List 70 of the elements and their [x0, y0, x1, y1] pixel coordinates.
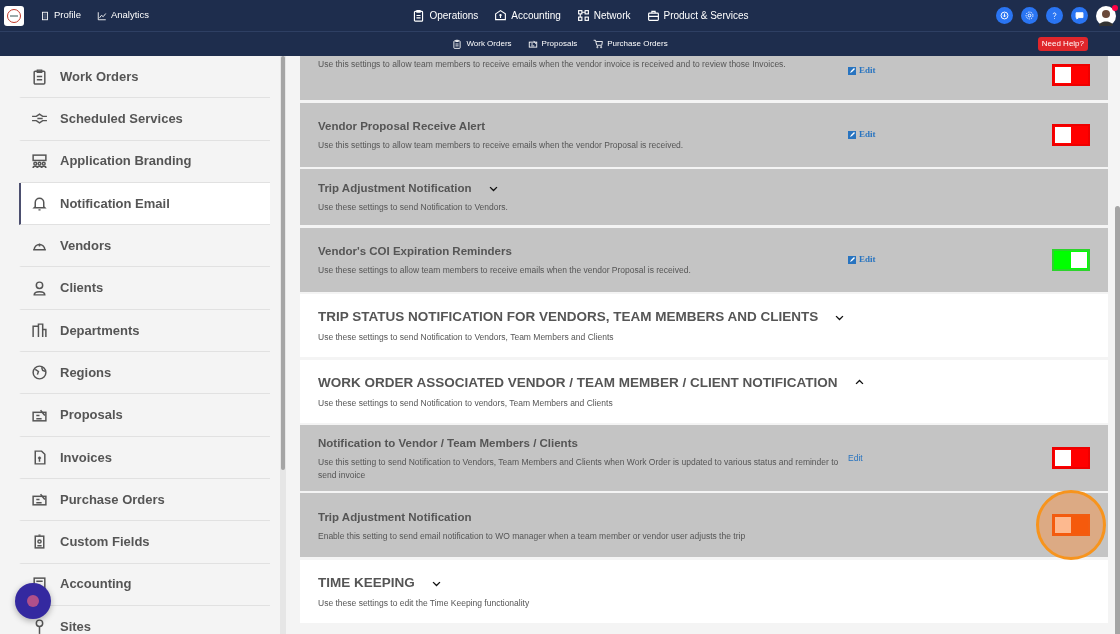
subnav-link[interactable]: Purchase Orders: [593, 38, 668, 50]
ticket-icon: [527, 39, 538, 49]
nav-menu[interactable]: Network: [576, 8, 631, 23]
sidebar-item[interactable]: Departments: [19, 309, 270, 353]
person-icon: [31, 279, 48, 297]
subnav-link[interactable]: Work Orders: [452, 38, 512, 50]
logo-mark: [6, 7, 22, 24]
building-icon: [40, 10, 50, 21]
briefcase-icon: [646, 9, 660, 22]
sidebar-item[interactable]: Proposals: [19, 394, 270, 437]
section-description: Use these settings to edit the Time Keeping functionality: [318, 597, 530, 610]
sidebar-item[interactable]: Regions: [19, 352, 270, 395]
sidebar-item[interactable]: Scheduled Services: [19, 98, 270, 141]
help-button[interactable]: [1046, 7, 1063, 24]
chat-icon: [1074, 10, 1085, 21]
section-description: Enable this setting to send email notification to WO manager when a team member or vendor user adjusts the trip: [318, 529, 747, 543]
download-icon: [999, 10, 1010, 21]
sidebar-item[interactable]: Vendors: [19, 225, 270, 268]
section-title: TIME KEEPING: [318, 574, 415, 593]
toggle-switch[interactable]: [1052, 446, 1090, 469]
section-description: Use these settings to send Notification to Vendors.: [318, 201, 508, 214]
toggle-switch[interactable]: [1052, 123, 1090, 146]
sidebar-item[interactable]: Application Branding: [19, 140, 270, 183]
toggle-switch[interactable]: [1052, 248, 1090, 271]
settings-icon: [1024, 10, 1035, 21]
nav-menu[interactable]: Product & Services: [646, 8, 749, 23]
section-description: Use this settings to allow team members to receive emails when the vendor invoice is received and to review those Invoices.: [318, 58, 787, 71]
toggle-switch[interactable]: [1052, 64, 1090, 86]
nav-link[interactable]: Analytics: [96, 8, 149, 23]
cart-icon: [593, 39, 604, 49]
globe-icon: [31, 364, 48, 382]
clipboard-icon: [452, 39, 463, 49]
settings-button[interactable]: [1021, 7, 1038, 24]
sidebar-item[interactable]: Notification Email: [19, 182, 270, 226]
bell-icon: [31, 195, 48, 213]
section-title: Vendor Proposal Receive Alert: [318, 118, 486, 134]
sidebar-item[interactable]: Purchase Orders: [19, 478, 270, 522]
section-description: Use these settings to allow team members to receive emails when the vendor Proposal is received.: [318, 263, 692, 277]
chat-button[interactable]: [1071, 7, 1088, 24]
nav-menu[interactable]: Operations: [412, 8, 479, 23]
avatar[interactable]: [1096, 5, 1116, 26]
section-description: Use these settings to send Notification to Vendors, Team Members and Clients: [318, 331, 615, 344]
download-button[interactable]: [996, 7, 1013, 24]
section-description: Use this setting to send Notification to Vendors, Team Members and Clients when Work Order is updated to various status and reminder to send invoice: [318, 456, 840, 481]
section-title: Trip Adjustment Notification: [318, 181, 472, 197]
section-description: Use this settings to allow team members to receive emails when the vendor Proposal is received.: [318, 138, 685, 152]
network-icon: [576, 9, 590, 22]
logo-icon[interactable]: [4, 5, 24, 26]
section-title: TRIP STATUS NOTIFICATION FOR VENDORS, TEAM MEMBERS AND CLIENTS: [318, 308, 819, 327]
nav-link[interactable]: Profile: [40, 8, 81, 23]
sidebar-item[interactable]: Invoices: [19, 436, 270, 479]
toggle-switch[interactable]: [1052, 514, 1090, 537]
section-title: Vendor's COI Expiration Reminders: [318, 243, 512, 259]
ticket-icon: [31, 491, 48, 509]
help-button[interactable]: Need Help?: [1037, 37, 1088, 51]
section-title: WORK ORDER ASSOCIATED VENDOR / TEAM MEMBER / CLIENT NOTIFICATION: [318, 373, 838, 392]
people-icon: [31, 152, 48, 170]
section-description: Use these settings to send Notification to vendors, Team Members and Clients: [318, 396, 614, 410]
chat-launcher-popup[interactable]: [15, 583, 51, 619]
sidebar-item[interactable]: Clients: [19, 267, 270, 310]
clipboard-icon: [412, 9, 426, 22]
buildings-icon: [31, 321, 48, 339]
nav-menu[interactable]: Accounting: [494, 8, 561, 23]
chart-icon: [96, 10, 107, 21]
subnav-link[interactable]: Proposals: [527, 38, 578, 50]
section-title: Notification to Vendor / Team Members / Clients: [318, 436, 578, 451]
section-title: Trip Adjustment Notification: [318, 509, 472, 525]
clipboard-icon: [31, 68, 48, 86]
sidebar-item[interactable]: Custom Fields: [19, 521, 270, 564]
sidebar-item[interactable]: Work Orders: [19, 56, 270, 99]
